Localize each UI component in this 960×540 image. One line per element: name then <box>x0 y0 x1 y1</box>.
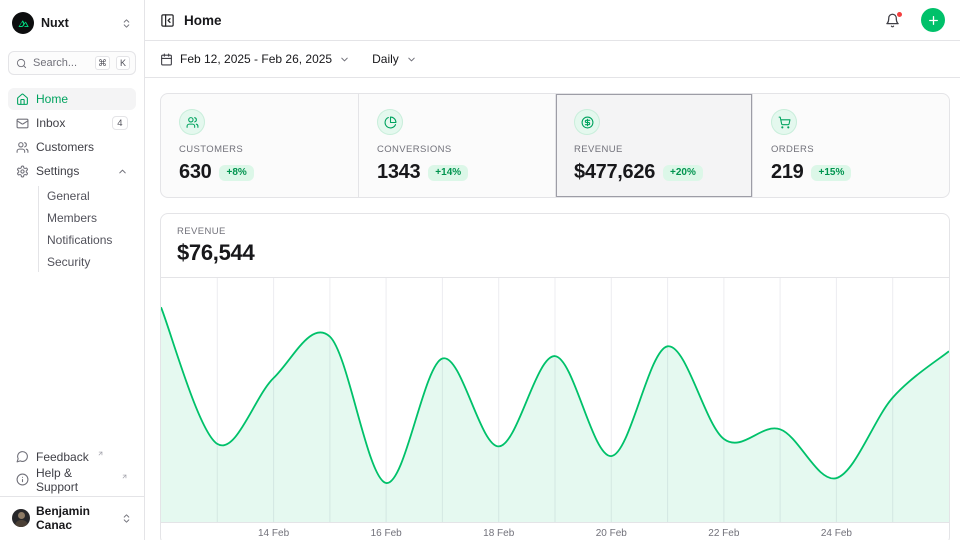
nuxt-logo-icon <box>12 12 34 34</box>
stat-value: 219 <box>771 161 803 184</box>
gear-icon <box>16 165 29 178</box>
home-icon <box>16 93 29 106</box>
chevrons-up-down-icon <box>121 513 132 524</box>
sidebar-item-notifications[interactable]: Notifications <box>39 230 136 250</box>
stat-label: CONVERSIONS <box>377 144 537 155</box>
stat-card-revenue[interactable]: REVENUE $477,626 +20% <box>555 94 752 197</box>
period-value: Daily <box>372 52 399 66</box>
stat-value: 1343 <box>377 161 420 184</box>
inbox-icon <box>16 117 29 130</box>
sidebar-item-customers[interactable]: Customers <box>8 136 136 158</box>
notification-dot <box>896 11 903 18</box>
external-link-icon <box>121 473 128 480</box>
users-icon <box>179 109 205 135</box>
sidebar-item-members[interactable]: Members <box>39 208 136 228</box>
top-header: Home <box>145 0 960 41</box>
stat-label: CUSTOMERS <box>179 144 340 155</box>
sidebar-item-settings[interactable]: Settings <box>8 160 136 182</box>
x-axis-tick: 22 Feb <box>708 528 739 539</box>
sidebar-footer-links: Feedback Help & Support <box>0 446 144 496</box>
period-select[interactable]: Daily <box>372 52 417 66</box>
calendar-icon <box>160 53 173 66</box>
x-axis-tick: 24 Feb <box>821 528 852 539</box>
chart-total-value: $76,544 <box>177 240 933 266</box>
chat-bubble-icon <box>16 450 29 463</box>
notifications-bell-button[interactable] <box>885 13 900 28</box>
sidebar: Nuxt Search... ⌘ K Home <box>0 0 145 540</box>
chevron-up-icon <box>117 166 128 177</box>
help-support-label: Help & Support <box>36 466 113 494</box>
date-range-value: Feb 12, 2025 - Feb 26, 2025 <box>180 52 332 66</box>
kbd-key: K <box>116 56 130 70</box>
add-button[interactable] <box>921 8 945 32</box>
sidebar-item-label: Settings <box>36 164 110 178</box>
stat-label: ORDERS <box>771 144 931 155</box>
chevrons-up-down-icon <box>121 18 132 29</box>
main-area: Home Feb 12, 2025 - Feb 26, 2025 Daily <box>145 0 960 540</box>
chart-canvas <box>161 278 949 522</box>
info-circle-icon <box>16 473 29 486</box>
search-input[interactable]: Search... ⌘ K <box>8 51 136 75</box>
user-name: Benjamin Canac <box>36 504 115 532</box>
sidebar-spacer <box>0 272 144 446</box>
workspace-name: Nuxt <box>41 16 114 30</box>
x-axis-tick: 14 Feb <box>258 528 289 539</box>
settings-submenu: General Members Notifications Security <box>38 186 136 272</box>
stat-card-customers[interactable]: CUSTOMERS 630 +8% <box>161 94 358 197</box>
sidebar-item-label: Home <box>36 92 128 106</box>
stats-row: CUSTOMERS 630 +8% CONVERSIONS 1343 +14% <box>160 93 950 198</box>
search-placeholder: Search... <box>33 57 89 69</box>
stat-card-orders[interactable]: ORDERS 219 +15% <box>752 94 949 197</box>
avatar <box>12 509 30 527</box>
external-link-icon <box>97 450 104 457</box>
feedback-link[interactable]: Feedback <box>8 446 136 467</box>
collapse-sidebar-icon[interactable] <box>160 13 175 28</box>
stat-value: $477,626 <box>574 161 655 184</box>
chevron-down-icon <box>406 54 417 65</box>
sidebar-item-home[interactable]: Home <box>8 88 136 110</box>
stat-delta-badge: +20% <box>663 165 703 181</box>
revenue-area-chart[interactable] <box>161 278 949 522</box>
stat-value: 630 <box>179 161 211 184</box>
stat-label: REVENUE <box>574 144 734 155</box>
kbd-meta: ⌘ <box>95 56 110 70</box>
revenue-chart-card: REVENUE $76,544 14 Feb 16 Feb 18 Feb 20 Feb… <box>160 213 950 540</box>
date-range-picker[interactable]: Feb 12, 2025 - Feb 26, 2025 <box>160 52 350 66</box>
filters-toolbar: Feb 12, 2025 - Feb 26, 2025 Daily <box>145 41 960 78</box>
sidebar-item-inbox[interactable]: Inbox 4 <box>8 112 136 134</box>
sidebar-item-label: Inbox <box>36 116 105 130</box>
dashboard-app: Nuxt Search... ⌘ K Home <box>0 0 960 540</box>
content: CUSTOMERS 630 +8% CONVERSIONS 1343 +14% <box>145 78 960 540</box>
x-axis-tick: 18 Feb <box>483 528 514 539</box>
users-icon <box>16 141 29 154</box>
sidebar-nav: Home Inbox 4 Customers Settings <box>0 88 144 272</box>
stat-delta-badge: +14% <box>428 165 468 181</box>
chevron-down-icon <box>339 54 350 65</box>
stat-delta-badge: +15% <box>811 165 851 181</box>
sidebar-item-security[interactable]: Security <box>39 252 136 272</box>
page-title: Home <box>184 13 876 28</box>
pie-chart-icon <box>377 109 403 135</box>
chart-header: REVENUE $76,544 <box>161 214 949 278</box>
inbox-count-badge: 4 <box>112 116 128 130</box>
stat-delta-badge: +8% <box>219 165 253 181</box>
sidebar-item-general[interactable]: General <box>39 186 136 206</box>
x-axis-tick: 16 Feb <box>371 528 402 539</box>
user-menu[interactable]: Benjamin Canac <box>0 496 144 540</box>
stat-card-conversions[interactable]: CONVERSIONS 1343 +14% <box>358 94 555 197</box>
search-icon <box>16 58 27 69</box>
shopping-cart-icon <box>771 109 797 135</box>
x-axis-tick: 20 Feb <box>596 528 627 539</box>
sidebar-item-label: Customers <box>36 140 128 154</box>
chart-kicker-label: REVENUE <box>177 226 933 237</box>
workspace-switcher[interactable]: Nuxt <box>8 10 136 36</box>
feedback-label: Feedback <box>36 450 89 464</box>
x-axis: 14 Feb 16 Feb 18 Feb 20 Feb 22 Feb 24 Feb <box>161 522 949 540</box>
circle-dollar-icon <box>574 109 600 135</box>
help-support-link[interactable]: Help & Support <box>8 469 136 490</box>
